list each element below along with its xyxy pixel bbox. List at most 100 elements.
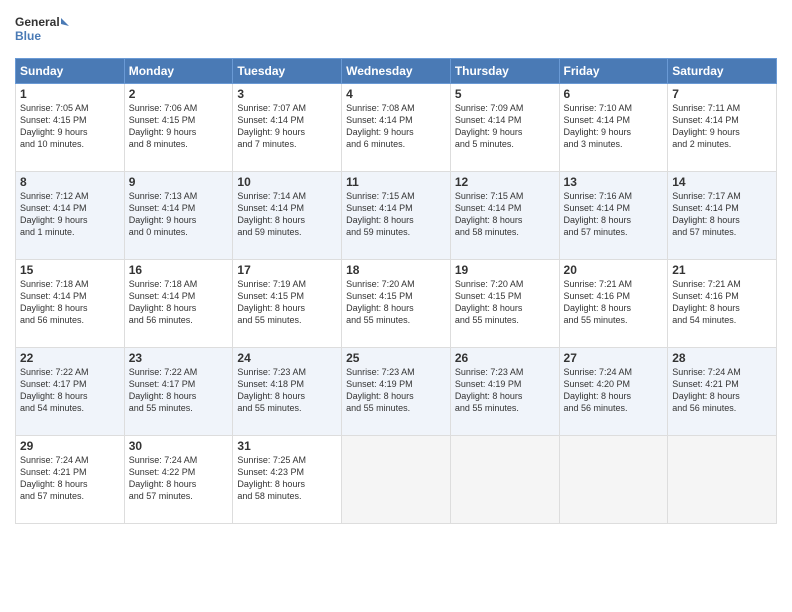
day-info: Sunrise: 7:20 AMSunset: 4:15 PMDaylight:… xyxy=(346,278,446,327)
day-info: Sunrise: 7:07 AMSunset: 4:14 PMDaylight:… xyxy=(237,102,337,151)
col-header-thursday: Thursday xyxy=(450,59,559,84)
day-info: Sunrise: 7:22 AMSunset: 4:17 PMDaylight:… xyxy=(129,366,229,415)
day-info: Sunrise: 7:05 AMSunset: 4:15 PMDaylight:… xyxy=(20,102,120,151)
day-cell: 5Sunrise: 7:09 AMSunset: 4:14 PMDaylight… xyxy=(450,84,559,172)
day-info: Sunrise: 7:18 AMSunset: 4:14 PMDaylight:… xyxy=(129,278,229,327)
day-cell: 29Sunrise: 7:24 AMSunset: 4:21 PMDayligh… xyxy=(16,436,125,524)
day-cell: 27Sunrise: 7:24 AMSunset: 4:20 PMDayligh… xyxy=(559,348,668,436)
day-cell: 17Sunrise: 7:19 AMSunset: 4:15 PMDayligh… xyxy=(233,260,342,348)
day-cell: 6Sunrise: 7:10 AMSunset: 4:14 PMDaylight… xyxy=(559,84,668,172)
day-info: Sunrise: 7:17 AMSunset: 4:14 PMDaylight:… xyxy=(672,190,772,239)
col-header-tuesday: Tuesday xyxy=(233,59,342,84)
day-number: 20 xyxy=(564,263,664,277)
day-info: Sunrise: 7:12 AMSunset: 4:14 PMDaylight:… xyxy=(20,190,120,239)
day-cell: 25Sunrise: 7:23 AMSunset: 4:19 PMDayligh… xyxy=(342,348,451,436)
day-number: 12 xyxy=(455,175,555,189)
day-number: 4 xyxy=(346,87,446,101)
day-info: Sunrise: 7:23 AMSunset: 4:19 PMDaylight:… xyxy=(455,366,555,415)
day-number: 25 xyxy=(346,351,446,365)
day-number: 8 xyxy=(20,175,120,189)
day-cell: 15Sunrise: 7:18 AMSunset: 4:14 PMDayligh… xyxy=(16,260,125,348)
day-number: 23 xyxy=(129,351,229,365)
svg-text:General: General xyxy=(15,15,60,29)
day-info: Sunrise: 7:20 AMSunset: 4:15 PMDaylight:… xyxy=(455,278,555,327)
day-cell: 8Sunrise: 7:12 AMSunset: 4:14 PMDaylight… xyxy=(16,172,125,260)
col-header-monday: Monday xyxy=(124,59,233,84)
day-cell xyxy=(559,436,668,524)
day-info: Sunrise: 7:10 AMSunset: 4:14 PMDaylight:… xyxy=(564,102,664,151)
day-cell: 3Sunrise: 7:07 AMSunset: 4:14 PMDaylight… xyxy=(233,84,342,172)
header-row: SundayMondayTuesdayWednesdayThursdayFrid… xyxy=(16,59,777,84)
day-cell: 2Sunrise: 7:06 AMSunset: 4:15 PMDaylight… xyxy=(124,84,233,172)
day-number: 21 xyxy=(672,263,772,277)
day-cell: 24Sunrise: 7:23 AMSunset: 4:18 PMDayligh… xyxy=(233,348,342,436)
day-cell: 4Sunrise: 7:08 AMSunset: 4:14 PMDaylight… xyxy=(342,84,451,172)
page: General Blue SundayMondayTuesdayWednesda… xyxy=(0,0,792,612)
day-cell: 9Sunrise: 7:13 AMSunset: 4:14 PMDaylight… xyxy=(124,172,233,260)
day-number: 1 xyxy=(20,87,120,101)
day-number: 19 xyxy=(455,263,555,277)
day-cell: 21Sunrise: 7:21 AMSunset: 4:16 PMDayligh… xyxy=(668,260,777,348)
day-number: 14 xyxy=(672,175,772,189)
day-number: 2 xyxy=(129,87,229,101)
day-number: 6 xyxy=(564,87,664,101)
day-info: Sunrise: 7:21 AMSunset: 4:16 PMDaylight:… xyxy=(672,278,772,327)
day-cell: 11Sunrise: 7:15 AMSunset: 4:14 PMDayligh… xyxy=(342,172,451,260)
day-number: 9 xyxy=(129,175,229,189)
day-number: 11 xyxy=(346,175,446,189)
day-cell: 16Sunrise: 7:18 AMSunset: 4:14 PMDayligh… xyxy=(124,260,233,348)
day-cell: 1Sunrise: 7:05 AMSunset: 4:15 PMDaylight… xyxy=(16,84,125,172)
day-info: Sunrise: 7:11 AMSunset: 4:14 PMDaylight:… xyxy=(672,102,772,151)
day-info: Sunrise: 7:24 AMSunset: 4:21 PMDaylight:… xyxy=(20,454,120,503)
day-cell: 19Sunrise: 7:20 AMSunset: 4:15 PMDayligh… xyxy=(450,260,559,348)
day-cell: 7Sunrise: 7:11 AMSunset: 4:14 PMDaylight… xyxy=(668,84,777,172)
day-number: 13 xyxy=(564,175,664,189)
day-info: Sunrise: 7:15 AMSunset: 4:14 PMDaylight:… xyxy=(455,190,555,239)
day-info: Sunrise: 7:06 AMSunset: 4:15 PMDaylight:… xyxy=(129,102,229,151)
col-header-wednesday: Wednesday xyxy=(342,59,451,84)
day-cell: 10Sunrise: 7:14 AMSunset: 4:14 PMDayligh… xyxy=(233,172,342,260)
day-cell: 22Sunrise: 7:22 AMSunset: 4:17 PMDayligh… xyxy=(16,348,125,436)
day-number: 15 xyxy=(20,263,120,277)
header: General Blue xyxy=(15,10,777,50)
col-header-friday: Friday xyxy=(559,59,668,84)
day-number: 30 xyxy=(129,439,229,453)
day-info: Sunrise: 7:08 AMSunset: 4:14 PMDaylight:… xyxy=(346,102,446,151)
day-cell xyxy=(342,436,451,524)
day-number: 27 xyxy=(564,351,664,365)
day-number: 17 xyxy=(237,263,337,277)
day-number: 24 xyxy=(237,351,337,365)
svg-text:Blue: Blue xyxy=(15,29,41,43)
day-number: 7 xyxy=(672,87,772,101)
day-cell xyxy=(668,436,777,524)
day-info: Sunrise: 7:24 AMSunset: 4:20 PMDaylight:… xyxy=(564,366,664,415)
col-header-sunday: Sunday xyxy=(16,59,125,84)
day-cell: 20Sunrise: 7:21 AMSunset: 4:16 PMDayligh… xyxy=(559,260,668,348)
day-info: Sunrise: 7:21 AMSunset: 4:16 PMDaylight:… xyxy=(564,278,664,327)
day-info: Sunrise: 7:24 AMSunset: 4:22 PMDaylight:… xyxy=(129,454,229,503)
day-number: 18 xyxy=(346,263,446,277)
day-info: Sunrise: 7:16 AMSunset: 4:14 PMDaylight:… xyxy=(564,190,664,239)
day-number: 28 xyxy=(672,351,772,365)
day-cell: 31Sunrise: 7:25 AMSunset: 4:23 PMDayligh… xyxy=(233,436,342,524)
day-cell: 18Sunrise: 7:20 AMSunset: 4:15 PMDayligh… xyxy=(342,260,451,348)
day-number: 29 xyxy=(20,439,120,453)
day-number: 10 xyxy=(237,175,337,189)
day-info: Sunrise: 7:23 AMSunset: 4:19 PMDaylight:… xyxy=(346,366,446,415)
week-row-3: 15 Sunrise: 7:18 AMSunset: 4:14 PMDayligh… xyxy=(16,260,777,348)
day-number: 26 xyxy=(455,351,555,365)
day-cell xyxy=(450,436,559,524)
day-cell: 30Sunrise: 7:24 AMSunset: 4:22 PMDayligh… xyxy=(124,436,233,524)
day-info: Sunrise: 7:24 AMSunset: 4:21 PMDaylight:… xyxy=(672,366,772,415)
day-number: 31 xyxy=(237,439,337,453)
day-info: Sunrise: 7:15 AMSunset: 4:14 PMDaylight:… xyxy=(346,190,446,239)
day-cell: 13Sunrise: 7:16 AMSunset: 4:14 PMDayligh… xyxy=(559,172,668,260)
day-info: Sunrise: 7:14 AMSunset: 4:14 PMDaylight:… xyxy=(237,190,337,239)
col-header-saturday: Saturday xyxy=(668,59,777,84)
day-cell: 23Sunrise: 7:22 AMSunset: 4:17 PMDayligh… xyxy=(124,348,233,436)
day-number: 5 xyxy=(455,87,555,101)
day-info: Sunrise: 7:13 AMSunset: 4:14 PMDaylight:… xyxy=(129,190,229,239)
week-row-2: 8Sunrise: 7:12 AMSunset: 4:14 PMDaylight… xyxy=(16,172,777,260)
day-info: Sunrise: 7:25 AMSunset: 4:23 PMDaylight:… xyxy=(237,454,337,503)
calendar-table: SundayMondayTuesdayWednesdayThursdayFrid… xyxy=(15,58,777,524)
